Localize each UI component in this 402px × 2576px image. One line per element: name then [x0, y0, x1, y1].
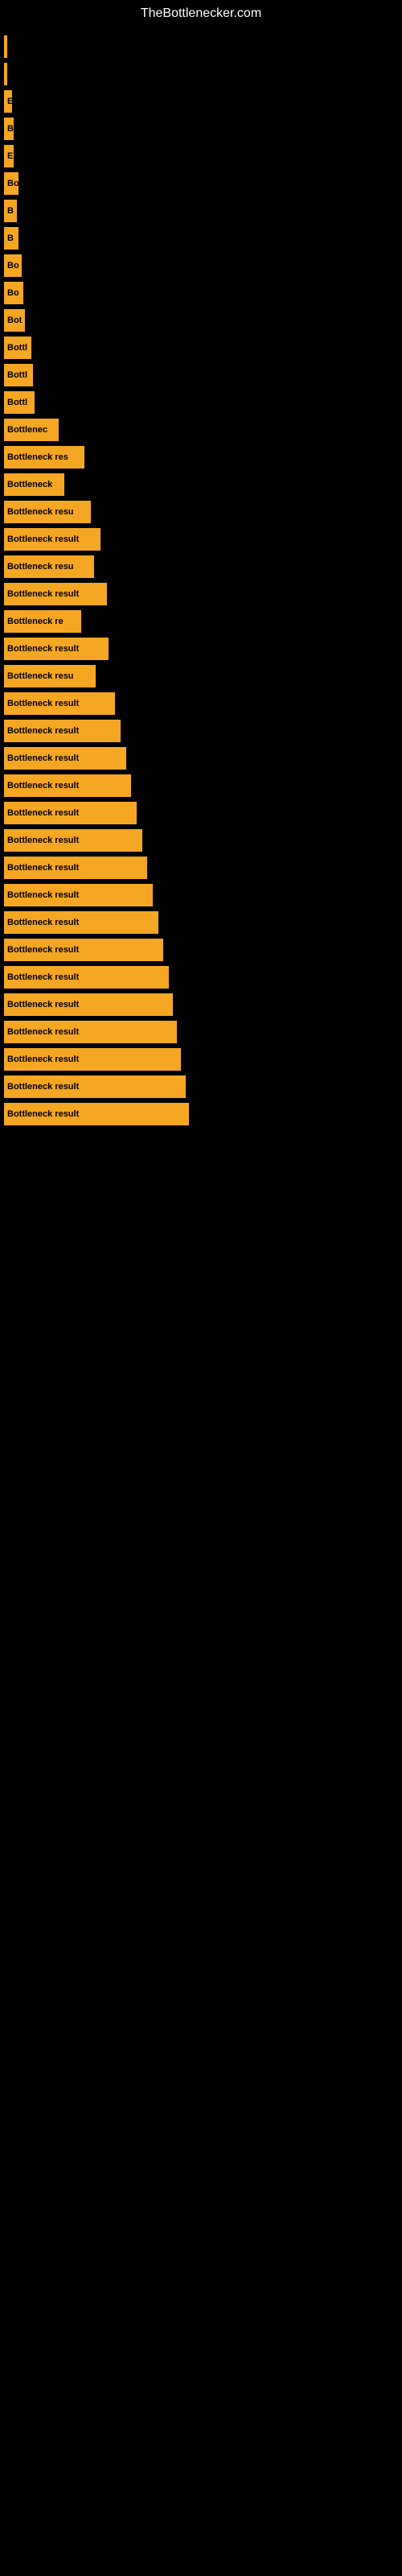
bar-37: Bottleneck result	[4, 1048, 181, 1071]
bar-6: B	[4, 200, 17, 222]
bar-32: Bottleneck result	[4, 911, 158, 934]
bar-31: Bottleneck result	[4, 884, 153, 906]
bar-16: Bottleneck	[4, 473, 64, 496]
bar-13: Bottl	[4, 391, 35, 414]
bar-row: Bottleneck re	[4, 610, 402, 633]
bar-row: Bottleneck result	[4, 692, 402, 715]
bar-row: Bottleneck result	[4, 638, 402, 660]
bar-23: Bottleneck resu	[4, 665, 96, 687]
bar-row: Bottleneck result	[4, 1048, 402, 1071]
bar-7: B	[4, 227, 18, 250]
bar-5: Bo	[4, 172, 18, 195]
bar-row: Bo	[4, 172, 402, 195]
bar-row: Bottleneck result	[4, 528, 402, 551]
bar-row: Bottleneck result	[4, 966, 402, 989]
bar-row: Bottl	[4, 391, 402, 414]
bar-25: Bottleneck result	[4, 720, 121, 742]
bar-row: Bo	[4, 282, 402, 304]
bar-39: Bottleneck result	[4, 1103, 189, 1125]
bar-row: B	[4, 118, 402, 140]
bar-row: Bottleneck result	[4, 720, 402, 742]
bar-12: Bottl	[4, 364, 33, 386]
bar-row: Bottleneck result	[4, 774, 402, 797]
bar-row: Bot	[4, 309, 402, 332]
bar-row: Bottleneck result	[4, 1103, 402, 1125]
bar-row: E	[4, 90, 402, 113]
bar-row: Bottleneck result	[4, 857, 402, 879]
bar-33: Bottleneck result	[4, 939, 163, 961]
bar-15: Bottleneck res	[4, 446, 84, 469]
bar-17: Bottleneck resu	[4, 501, 91, 523]
bar-row: Bottleneck resu	[4, 501, 402, 523]
bar-21: Bottleneck re	[4, 610, 81, 633]
bar-10: Bot	[4, 309, 25, 332]
bar-row: Bottlenec	[4, 419, 402, 441]
bar-34: Bottleneck result	[4, 966, 169, 989]
bar-36: Bottleneck result	[4, 1021, 177, 1043]
bar-row: Bo	[4, 254, 402, 277]
bar-row: Bottleneck result	[4, 747, 402, 770]
bar-19: Bottleneck resu	[4, 555, 94, 578]
bar-row: E	[4, 145, 402, 167]
bar-row: Bottleneck result	[4, 1075, 402, 1098]
bar-2: E	[4, 90, 12, 113]
bar-row: B	[4, 200, 402, 222]
bars-container: EBEBoBBBoBoBotBottlBottlBottlBottlenecBo…	[0, 27, 402, 1138]
bar-4: E	[4, 145, 14, 167]
bar-row: Bottleneck result	[4, 829, 402, 852]
bar-29: Bottleneck result	[4, 829, 142, 852]
bar-3: B	[4, 118, 14, 140]
bar-28: Bottleneck result	[4, 802, 137, 824]
bar-row: Bottleneck result	[4, 1021, 402, 1043]
bar-row: Bottleneck result	[4, 911, 402, 934]
bar-8: Bo	[4, 254, 22, 277]
site-title: TheBottlenecker.com	[0, 0, 402, 27]
bar-row: Bottleneck result	[4, 884, 402, 906]
bar-24: Bottleneck result	[4, 692, 115, 715]
bar-38: Bottleneck result	[4, 1075, 186, 1098]
bar-row: Bottleneck result	[4, 802, 402, 824]
bar-0	[4, 35, 7, 58]
bar-20: Bottleneck result	[4, 583, 107, 605]
bar-22: Bottleneck result	[4, 638, 109, 660]
bar-row: Bottleneck	[4, 473, 402, 496]
bar-row: Bottl	[4, 336, 402, 359]
bar-row: Bottleneck resu	[4, 665, 402, 687]
bar-9: Bo	[4, 282, 23, 304]
bar-row: B	[4, 227, 402, 250]
bar-1	[4, 63, 7, 85]
bar-row	[4, 63, 402, 85]
bar-row	[4, 35, 402, 58]
bar-11: Bottl	[4, 336, 31, 359]
bar-35: Bottleneck result	[4, 993, 173, 1016]
bar-row: Bottleneck result	[4, 993, 402, 1016]
bar-18: Bottleneck result	[4, 528, 100, 551]
bar-row: Bottleneck res	[4, 446, 402, 469]
bar-row: Bottl	[4, 364, 402, 386]
bar-30: Bottleneck result	[4, 857, 147, 879]
bar-row: Bottleneck result	[4, 583, 402, 605]
bar-14: Bottlenec	[4, 419, 59, 441]
bar-26: Bottleneck result	[4, 747, 126, 770]
bar-row: Bottleneck result	[4, 939, 402, 961]
bar-row: Bottleneck resu	[4, 555, 402, 578]
bar-27: Bottleneck result	[4, 774, 131, 797]
